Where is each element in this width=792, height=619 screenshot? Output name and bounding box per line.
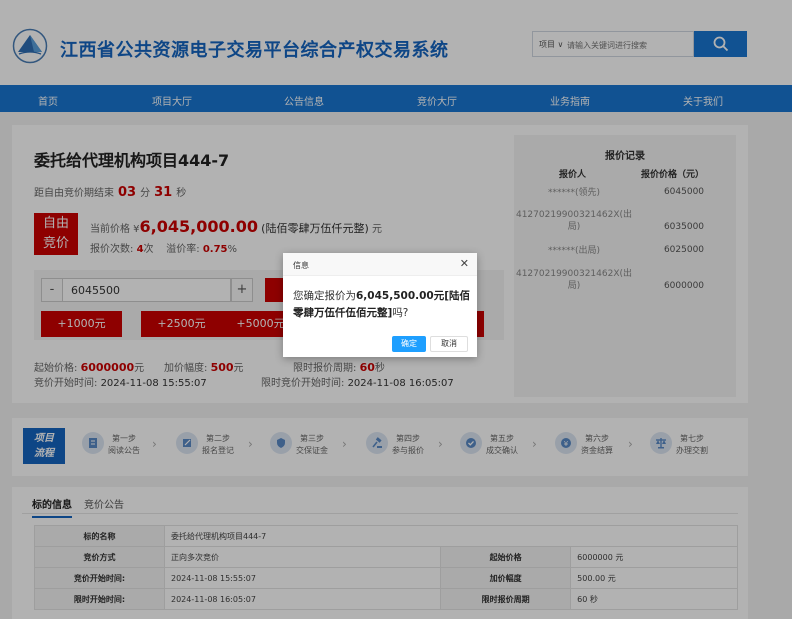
confirm-bid-dialog: 信息 ✕ 您确定报价为6,045,500.00元[陆佰零肆万伍仟伍佰元整]吗? …	[283, 253, 477, 357]
dialog-message: 您确定报价为6,045,500.00元[陆佰零肆万伍仟伍佰元整]吗?	[293, 290, 471, 319]
confirm-button[interactable]: 确定	[392, 336, 426, 352]
dialog-header: 信息 ✕	[283, 253, 477, 276]
dialog-title: 信息	[293, 261, 309, 270]
close-icon[interactable]: ✕	[460, 257, 469, 271]
cancel-button[interactable]: 取消	[430, 336, 468, 352]
